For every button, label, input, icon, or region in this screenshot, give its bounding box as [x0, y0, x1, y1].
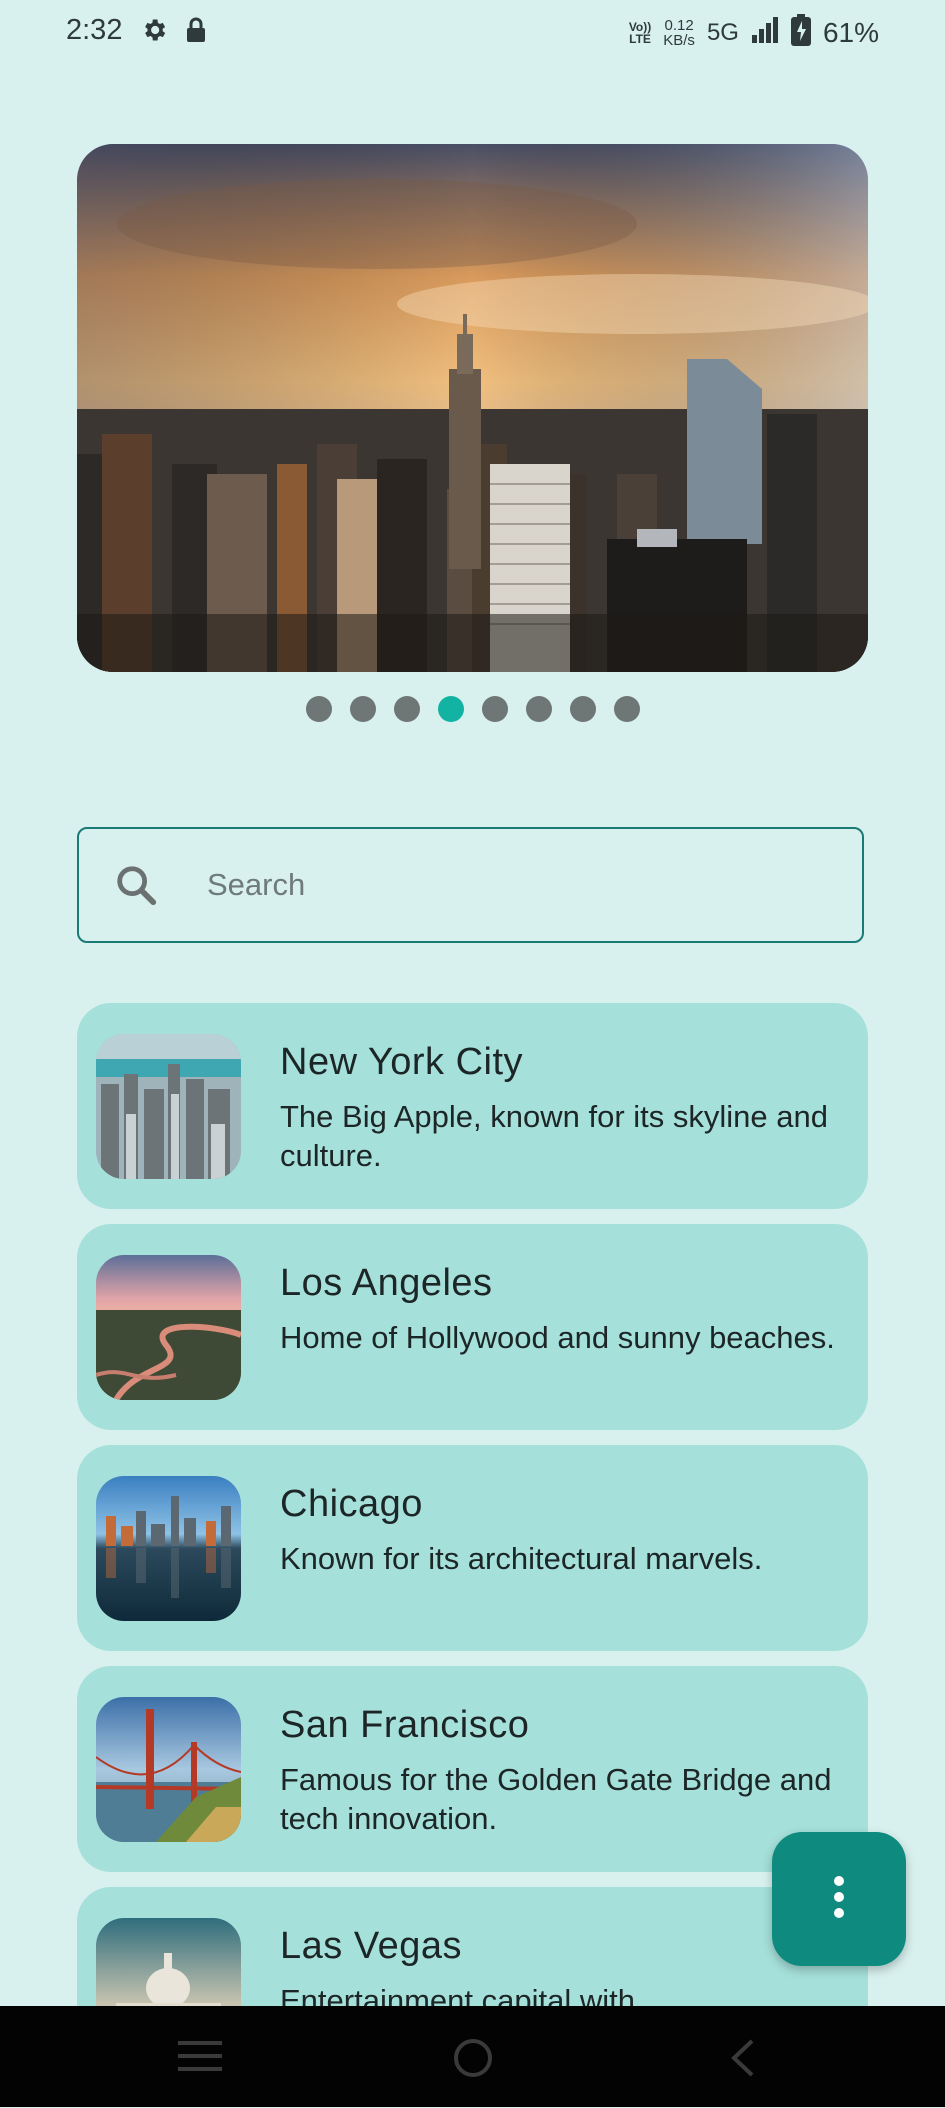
city-thumbnail — [96, 1255, 241, 1400]
volte-indicator: Vo)) LTE — [628, 19, 652, 46]
city-thumbnail — [96, 1697, 241, 1842]
city-name: San Francisco — [280, 1704, 530, 1746]
lock-icon — [184, 17, 208, 48]
settings-gear-icon — [140, 16, 168, 49]
more-options-button[interactable] — [772, 1832, 906, 1966]
network-type: 5G — [706, 18, 739, 46]
city-name: Los Angeles — [280, 1262, 493, 1304]
carousel-dot[interactable] — [393, 696, 420, 722]
search-field[interactable] — [77, 827, 864, 943]
city-description: Known for its architectural marvels. — [280, 1541, 763, 1576]
city-description: Famous for the Golden Gate Bridge and te… — [280, 1762, 832, 1836]
list-item-new-york-city[interactable]: New York City The Big Apple, known for i… — [77, 1003, 868, 1209]
more-vert-icon — [832, 1875, 846, 1924]
back-icon[interactable] — [728, 2038, 758, 2083]
city-name: Las Vegas — [280, 1925, 462, 1967]
city-thumbnail — [96, 1034, 241, 1179]
city-name: Chicago — [280, 1483, 423, 1525]
menu-icon[interactable] — [178, 2038, 222, 2079]
carousel-image[interactable] — [77, 144, 868, 672]
battery-percentage: 61% — [822, 16, 879, 48]
carousel-dot-active[interactable] — [437, 696, 464, 722]
city-description: The Big Apple, known for its skyline and… — [280, 1099, 828, 1173]
carousel-dot[interactable] — [525, 696, 552, 722]
carousel-indicator — [0, 696, 945, 722]
status-bar: 2:32 Vo)) LTE 0.12 KB/s 5G 61% — [0, 0, 945, 70]
signal-icon — [751, 17, 779, 48]
search-icon — [113, 862, 159, 908]
battery-icon — [790, 14, 811, 51]
carousel-dot[interactable] — [349, 696, 376, 722]
carousel-dot[interactable] — [305, 696, 332, 722]
home-icon[interactable] — [453, 2038, 493, 2083]
search-input[interactable] — [205, 866, 809, 904]
city-thumbnail — [96, 1476, 241, 1621]
status-time: 2:32 — [66, 14, 123, 46]
carousel-dot[interactable] — [569, 696, 596, 722]
list-item-chicago[interactable]: Chicago Known for its architectural marv… — [77, 1445, 868, 1651]
system-navigation-bar — [0, 2006, 945, 2107]
list-item-san-francisco[interactable]: San Francisco Famous for the Golden Gate… — [77, 1666, 868, 1872]
city-description: Home of Hollywood and sunny beaches. — [280, 1320, 835, 1355]
carousel-dot[interactable] — [613, 696, 640, 722]
list-item-los-angeles[interactable]: Los Angeles Home of Hollywood and sunny … — [77, 1224, 868, 1430]
carousel-dot[interactable] — [481, 696, 508, 722]
city-name: New York City — [280, 1041, 524, 1083]
network-speed: 0.12 KB/s — [663, 16, 695, 49]
city-list: New York City The Big Apple, known for i… — [77, 1003, 868, 2108]
